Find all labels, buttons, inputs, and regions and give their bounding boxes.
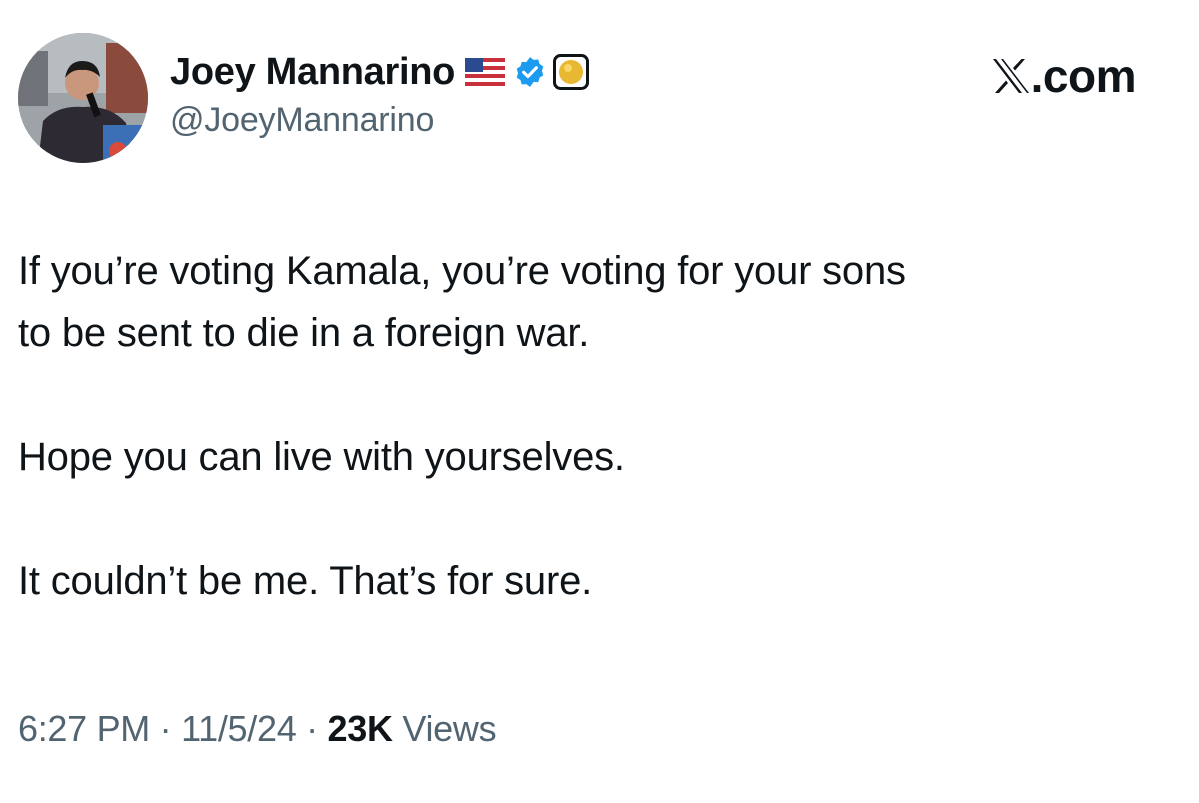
tweet-meta: 6:27 PM · 11/5/24 · 23K Views [18,708,497,750]
handle[interactable]: @JoeyMannarino [170,101,589,140]
x-logo-icon [991,57,1031,95]
timestamp-time[interactable]: 6:27 PM [18,708,150,749]
tweet-header: Joey Mannarino @JoeyMannarino .com [18,33,1178,165]
views-count[interactable]: 23K [328,708,393,749]
tweet-line-2: to be sent to die in a foreign war. [18,311,590,355]
affiliate-icon[interactable] [553,54,590,90]
brand-logo: .com [991,49,1137,103]
author-block: Joey Mannarino @JoeyMannarino [170,49,590,140]
tweet-text: If you’re voting Kamala, you’re voting f… [18,240,1178,612]
verified-icon[interactable] [513,55,547,89]
us-flag-icon [465,58,506,86]
tweet-paragraph-3: It couldn’t be me. That’s for sure. [18,559,593,603]
separator: · [306,708,318,749]
avatar-photo [18,33,148,163]
brand-text: .com [1030,50,1137,102]
display-name[interactable]: Joey Mannarino [170,51,455,94]
separator: · [159,708,172,749]
tweet-paragraph-2: Hope you can live with yourselves. [18,435,625,479]
name-row: Joey Mannarino [170,49,590,95]
views-label: Views [402,708,497,749]
tweet-line-1: If you’re voting Kamala, you’re voting f… [18,249,906,293]
avatar[interactable] [18,33,148,163]
timestamp-date[interactable]: 11/5/24 [181,708,297,749]
